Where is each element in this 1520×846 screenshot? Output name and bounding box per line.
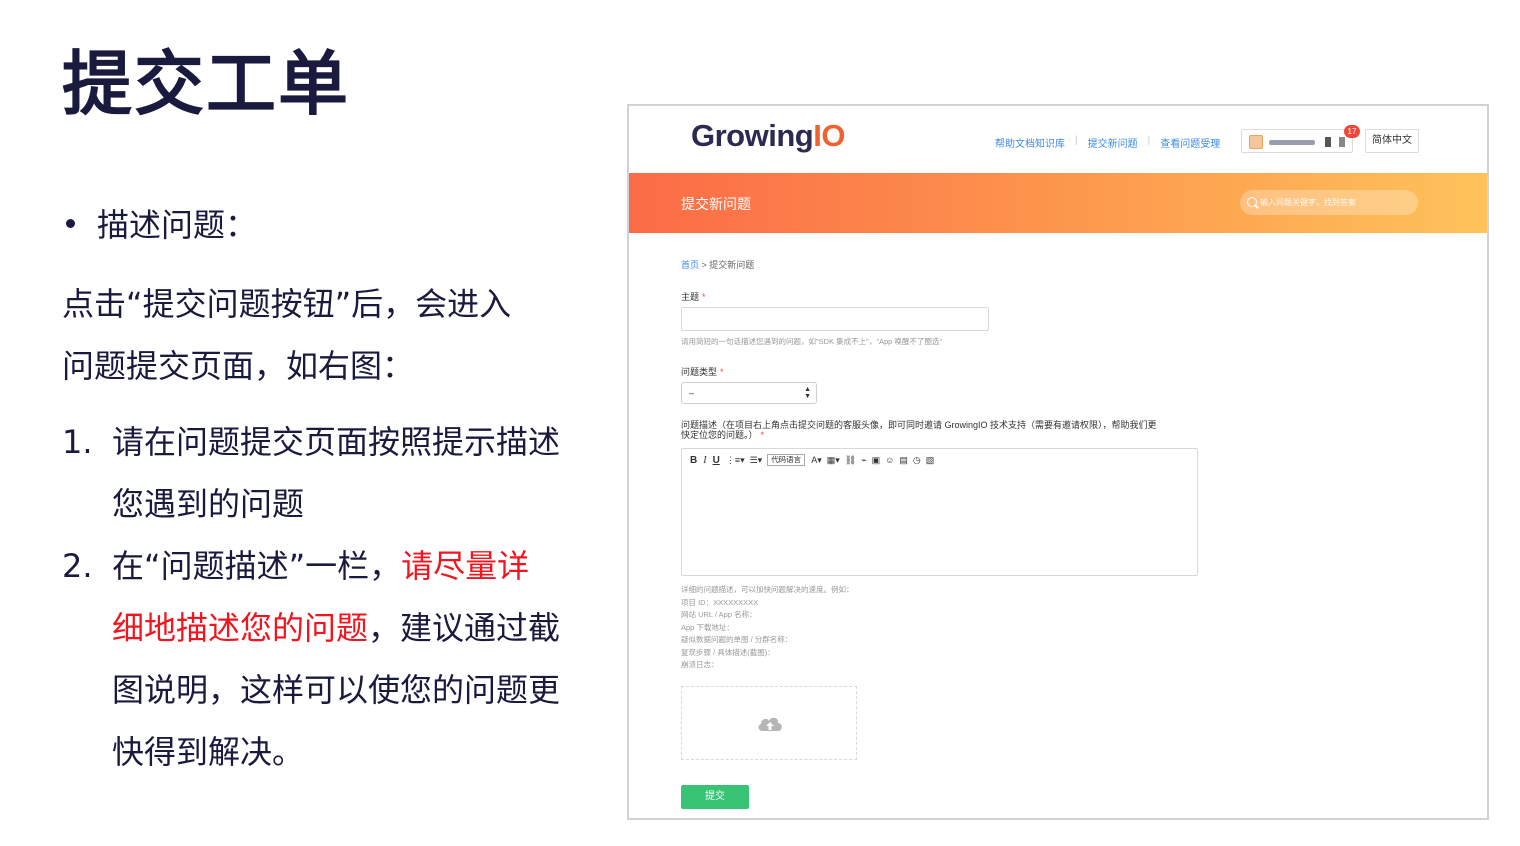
code-language-select[interactable]: 代码语言 bbox=[767, 454, 806, 466]
slide-body: 描述问题： 点击“提交问题按钮”后，会进入 问题提交页面，如右图： 1. 请在问… bbox=[62, 195, 602, 783]
bullet-text: 描述问题： bbox=[97, 206, 258, 244]
subject-input[interactable] bbox=[681, 307, 989, 331]
logo-accent: IO bbox=[813, 118, 845, 153]
logo-main: Growing bbox=[691, 118, 814, 153]
bullet-describe-problem: 描述问题： bbox=[62, 195, 602, 251]
hint-line: 复现步骤 / 具体描述(截图)： bbox=[681, 647, 775, 657]
editor-toolbar: B I U ⋮≡▾ ☰▾ 代码语言 A▾ ▦▾ ⛓ ⌁ ▣ ☺ ▤ ◷ ▧ bbox=[690, 454, 939, 466]
background-color-icon[interactable]: ▦▾ bbox=[827, 455, 840, 466]
select-arrows-icon: ▲ ▼ bbox=[804, 386, 811, 400]
step-number: 2. bbox=[62, 547, 93, 585]
issue-type-select[interactable]: – ▲ ▼ bbox=[681, 382, 817, 404]
step-1-line-2: 您遇到的问题 bbox=[112, 485, 305, 523]
italic-button[interactable]: I bbox=[703, 455, 706, 466]
breadcrumb-home[interactable]: 首页 bbox=[681, 260, 699, 270]
growingio-logo[interactable]: GrowingIO bbox=[691, 118, 845, 154]
hint-line: 项目 ID：XXXXXXXXX bbox=[681, 597, 759, 607]
issue-type-label-text: 问题类型 bbox=[681, 367, 718, 377]
intro-line-2: 问题提交页面，如右图： bbox=[62, 347, 415, 385]
bullet-dot-icon bbox=[66, 218, 75, 228]
table-icon[interactable]: ▤ bbox=[899, 455, 908, 466]
subject-label: 主题 * bbox=[681, 290, 706, 303]
submit-button[interactable]: 提交 bbox=[681, 785, 749, 809]
emoji-icon[interactable]: ☺ bbox=[885, 455, 894, 465]
paste-icon[interactable]: ▧ bbox=[926, 455, 935, 466]
step-2-emphasis-2: 细地描述您的问题 bbox=[112, 609, 369, 647]
description-label-line-2-text: 快定位您的问题。） bbox=[681, 430, 758, 440]
issue-type-value: – bbox=[689, 388, 695, 398]
subject-label-text: 主题 bbox=[681, 292, 700, 302]
search-input[interactable]: 输入问题关键字，找到答案 bbox=[1240, 190, 1418, 215]
step-1-line-1: 请在问题提交页面按照提示描述 bbox=[112, 423, 561, 461]
font-color-label: A bbox=[811, 454, 818, 465]
required-mark: * bbox=[720, 367, 724, 377]
nav-links: 帮助文档知识库 | 提交新问题 | 查看问题受理 bbox=[985, 135, 1230, 150]
user-icon bbox=[1339, 137, 1345, 147]
step-2-emphasis-1: 请尽量详 bbox=[401, 547, 530, 585]
banner-title: 提交新问题 bbox=[681, 196, 751, 212]
step-text: 请在问题提交页面按照提示描述 您遇到的问题 bbox=[112, 411, 602, 535]
app-screenshot: GrowingIO 帮助文档知识库 | 提交新问题 | 查看问题受理 17 简体… bbox=[627, 104, 1489, 820]
step-2-line-3: 图说明，这样可以使您的问题更 bbox=[112, 671, 561, 709]
intro-paragraph: 点击“提交问题按钮”后，会进入 问题提交页面，如右图： bbox=[62, 273, 602, 397]
step-text: 在“问题描述”一栏，请尽量详 细地描述您的问题，建议通过截 图说明，这样可以使您… bbox=[112, 535, 602, 783]
hint-line: 网站 URL / App 名称： bbox=[681, 610, 757, 619]
file-upload-area[interactable] bbox=[681, 686, 857, 760]
hint-line: 疑似数据问题的单图 / 分群名称： bbox=[681, 635, 793, 644]
unordered-list-icon[interactable]: ☰▾ bbox=[750, 455, 763, 466]
hint-line: 崩溃日志： bbox=[681, 660, 719, 669]
bold-button[interactable]: B bbox=[690, 455, 697, 466]
description-label: 问题描述（在项目右上角点击提交问题的客服头像，即可同时邀请 GrowingIO … bbox=[681, 420, 1201, 440]
breadcrumb-current: 提交新问题 bbox=[709, 260, 755, 270]
font-color-button[interactable]: A▾ bbox=[811, 455, 822, 466]
step-2-line-1: 在“问题描述”一栏，请尽量详 bbox=[112, 535, 602, 597]
ordered-list-icon[interactable]: ⋮≡▾ bbox=[726, 455, 745, 466]
subject-hint: 请用简短的一句话描述您遇到的问题，如"SDK 集成不上"，"App 唤醒不了圈选… bbox=[681, 337, 943, 346]
step-2-line-1-pre: 在“问题描述”一栏， bbox=[112, 547, 402, 585]
nav-view-tickets[interactable]: 查看问题受理 bbox=[1150, 135, 1230, 150]
page-banner: 提交新问题 输入问题关键字，找到答案 bbox=[629, 173, 1487, 233]
nav-help-docs[interactable]: 帮助文档知识库 bbox=[985, 135, 1075, 150]
steps-list: 1. 请在问题提交页面按照提示描述 您遇到的问题 2. 在“问题描述”一栏，请尽… bbox=[62, 411, 602, 783]
user-menu[interactable] bbox=[1241, 129, 1353, 153]
required-mark: * bbox=[760, 430, 765, 440]
image-icon[interactable]: ▣ bbox=[872, 455, 881, 466]
description-editor[interactable]: B I U ⋮≡▾ ☰▾ 代码语言 A▾ ▦▾ ⛓ ⌁ ▣ ☺ ▤ ◷ ▧ bbox=[681, 448, 1198, 576]
nav-submit-issue[interactable]: 提交新问题 bbox=[1078, 135, 1148, 150]
notification-badge[interactable]: 17 bbox=[1344, 125, 1360, 138]
description-label-line-2: 快定位您的问题。） * bbox=[681, 430, 1201, 440]
hint-line: 详细的问题描述，可以加快问题解决的速度。例如： bbox=[681, 585, 854, 594]
cloud-upload-icon bbox=[758, 717, 782, 731]
language-switch-button[interactable]: 简体中文 bbox=[1365, 129, 1419, 153]
underline-button[interactable]: U bbox=[713, 455, 720, 466]
search-icon bbox=[1247, 197, 1257, 207]
required-mark: * bbox=[702, 292, 706, 302]
step-2-line-4: 快得到解决。 bbox=[112, 733, 305, 771]
user-icon bbox=[1325, 137, 1331, 147]
breadcrumb-separator: > bbox=[699, 260, 710, 270]
step-1: 1. 请在问题提交页面按照提示描述 您遇到的问题 bbox=[62, 411, 602, 535]
ticket-form: 首页 > 提交新问题 主题 * 请用简短的一句话描述您遇到的问题，如"SDK 集成… bbox=[681, 258, 1441, 809]
issue-type-label: 问题类型 * bbox=[681, 365, 724, 378]
breadcrumb: 首页 > 提交新问题 bbox=[681, 258, 1441, 271]
description-label-line-1: 问题描述（在项目右上角点击提交问题的客服头像，即可同时邀请 GrowingIO … bbox=[681, 420, 1157, 430]
step-2: 2. 在“问题描述”一栏，请尽量详 细地描述您的问题，建议通过截 图说明，这样可… bbox=[62, 535, 602, 783]
step-number: 1. bbox=[62, 423, 93, 461]
step-2-line-2-post: ，建议通过截 bbox=[368, 609, 561, 647]
step-2-line-2: 细地描述您的问题，建议通过截 bbox=[112, 597, 602, 659]
user-name-redacted bbox=[1269, 140, 1315, 145]
link-icon[interactable]: ⛓ bbox=[845, 455, 856, 466]
clock-icon[interactable]: ◷ bbox=[913, 455, 921, 466]
slide-title: 提交工单 bbox=[62, 43, 350, 125]
top-navbar: GrowingIO 帮助文档知识库 | 提交新问题 | 查看问题受理 17 简体… bbox=[629, 106, 1487, 173]
avatar bbox=[1249, 135, 1263, 149]
unlink-icon[interactable]: ⌁ bbox=[861, 455, 866, 466]
hint-line: App 下载地址： bbox=[681, 622, 734, 632]
description-hints: 详细的问题描述，可以加快问题解决的速度。例如： 项目 ID：XXXXXXXXX … bbox=[681, 584, 854, 672]
search-placeholder: 输入问题关键字，找到答案 bbox=[1260, 198, 1356, 207]
intro-line-1: 点击“提交问题按钮”后，会进入 bbox=[62, 285, 512, 323]
